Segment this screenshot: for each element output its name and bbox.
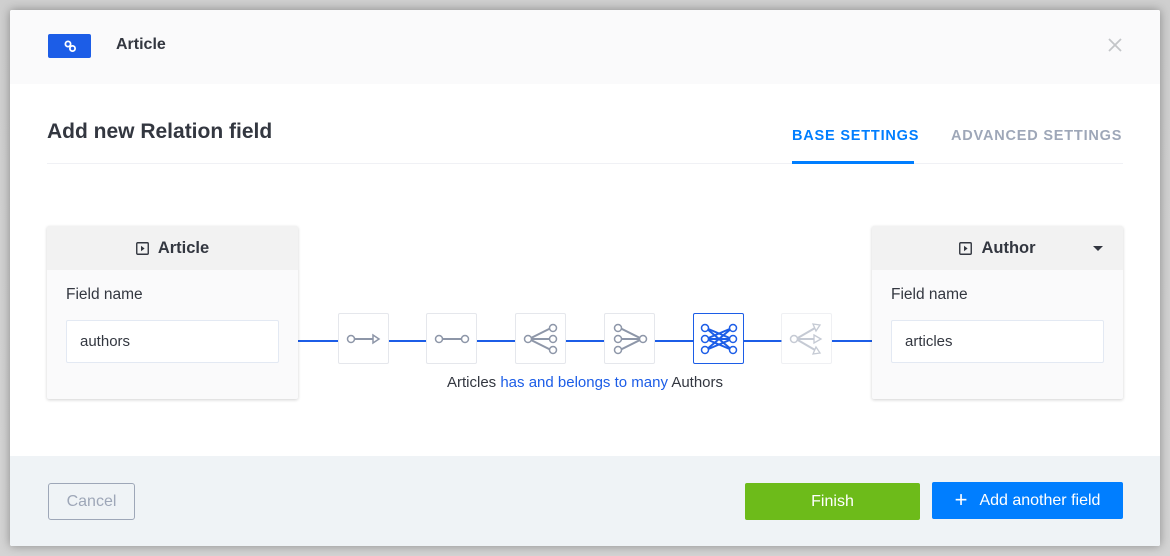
relation-one-to-one-button[interactable] xyxy=(426,313,477,364)
relation-badge xyxy=(48,34,91,58)
source-model-name: Article xyxy=(157,238,210,257)
source-model-header: Article xyxy=(47,226,298,270)
many-way-icon xyxy=(789,322,822,355)
close-icon xyxy=(1108,38,1122,52)
relation-one-way-button[interactable] xyxy=(338,313,389,364)
tab-advanced-settings[interactable]: ADVANCED SETTINGS xyxy=(951,128,1122,144)
relation-line xyxy=(832,340,872,342)
active-tab-indicator xyxy=(792,161,914,164)
relation-line xyxy=(566,340,605,342)
add-another-field-button[interactable]: + Add another field xyxy=(932,482,1123,519)
target-model-card: Author Field name xyxy=(872,226,1123,399)
link-icon xyxy=(64,40,76,52)
relation-type-text: has and belongs to many xyxy=(500,374,668,391)
header-title: Article xyxy=(116,36,166,53)
relation-line xyxy=(298,340,338,342)
relation-one-to-many-button[interactable] xyxy=(515,313,566,364)
modal-header: Article xyxy=(10,10,1160,84)
cancel-button[interactable]: Cancel xyxy=(48,483,135,520)
target-model-name: Author xyxy=(981,238,1036,257)
finish-button[interactable]: Finish xyxy=(745,483,920,520)
relation-line xyxy=(389,340,427,342)
relation-many-to-many-button[interactable] xyxy=(693,313,744,364)
relation-line xyxy=(655,340,694,342)
plus-icon: + xyxy=(954,486,968,512)
target-model-dropdown[interactable]: Author xyxy=(872,226,1123,270)
source-field-name-input[interactable] xyxy=(66,320,279,363)
modal-footer: Cancel Finish + Add another field xyxy=(10,456,1160,546)
caret-down-icon[interactable] xyxy=(1093,246,1103,251)
target-field-label: Field name xyxy=(891,286,968,303)
one-to-one-icon xyxy=(434,334,469,343)
relation-line xyxy=(744,340,782,342)
relation-line xyxy=(477,340,516,342)
one-to-many-icon xyxy=(523,323,557,354)
tab-base-settings[interactable]: BASE SETTINGS xyxy=(792,128,919,144)
page-title: Add new Relation field xyxy=(47,120,273,143)
source-field-label: Field name xyxy=(66,286,143,303)
relation-modal: Article Add new Relation field BASE SETT… xyxy=(10,10,1160,546)
title-divider xyxy=(47,163,1123,164)
relation-right-model: Authors xyxy=(671,374,724,391)
add-another-field-label: Add another field xyxy=(979,491,1101,509)
close-button[interactable] xyxy=(1106,36,1124,54)
content-type-icon xyxy=(135,241,149,255)
many-to-many-icon xyxy=(700,323,737,354)
relation-many-way-button[interactable] xyxy=(781,313,832,364)
many-to-one-icon xyxy=(613,323,647,354)
relation-left-model: Articles xyxy=(446,374,497,391)
content-type-icon xyxy=(959,241,973,255)
one-way-icon xyxy=(346,333,380,344)
relation-many-to-one-button[interactable] xyxy=(604,313,655,364)
target-field-name-input[interactable] xyxy=(891,320,1104,363)
